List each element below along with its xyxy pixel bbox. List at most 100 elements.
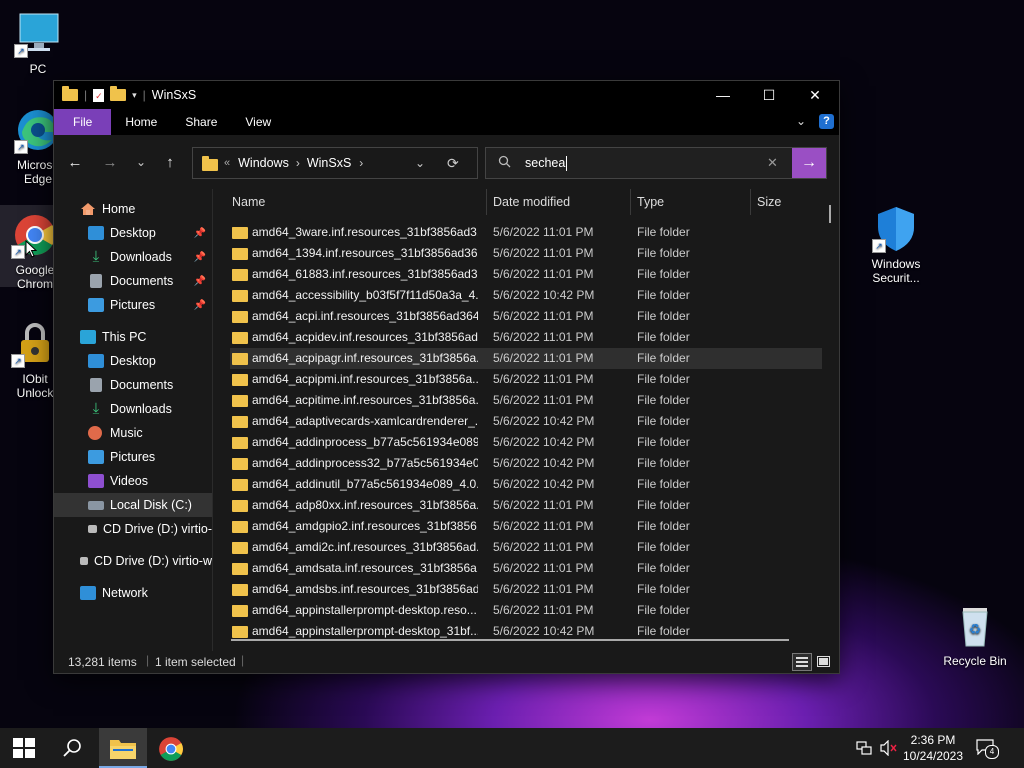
forward-button[interactable]: → — [97, 149, 123, 175]
sidebar-item-videos[interactable]: Videos — [54, 469, 212, 493]
file-row[interactable]: amd64_addinutil_b77a5c561934e089_4.0....… — [230, 474, 822, 495]
file-row[interactable]: amd64_amdsbs.inf.resources_31bf3856ad...… — [230, 579, 822, 600]
recent-locations-button[interactable]: ⌄ — [128, 149, 154, 175]
file-row[interactable]: amd64_addinprocess32_b77a5c561934e0... 5/… — [230, 453, 822, 474]
sidebar-item-cd-drive[interactable]: CD Drive (D:) virtio- — [54, 517, 212, 541]
help-icon[interactable]: ? — [819, 114, 834, 129]
pin-icon: 📌 — [193, 227, 206, 239]
file-row[interactable]: amd64_acpitime.inf.resources_31bf3856a..… — [230, 390, 822, 411]
breadcrumb-chevron-icon[interactable]: › — [296, 156, 300, 170]
maximize-button[interactable]: ☐ — [746, 81, 792, 109]
navigation-pane[interactable]: Home Desktop 📌 ⤓ Downloads 📌 Documents 📌… — [54, 189, 213, 651]
file-explorer-window: | ✓ ▾ | WinSxS — ☐ ✕ File Home Share Vie… — [53, 80, 840, 674]
volume-muted-icon[interactable] — [880, 739, 898, 759]
taskbar-chrome[interactable] — [158, 736, 184, 762]
sidebar-item-label: This PC — [102, 330, 147, 344]
new-folder-icon[interactable] — [110, 86, 127, 101]
breadcrumb-windows[interactable]: Windows — [238, 156, 289, 170]
sidebar-item-network[interactable]: Network — [54, 581, 212, 605]
file-row[interactable]: amd64_appinstallerprompt-desktop.reso...… — [230, 600, 822, 621]
file-row[interactable]: amd64_3ware.inf.resources_31bf3856ad3...… — [230, 222, 822, 243]
file-name: amd64_addinprocess32_b77a5c561934e0... — [252, 456, 478, 470]
folder-icon — [232, 290, 248, 302]
address-bar[interactable]: « Windows › WinSxS › ⌄ ⟳ — [192, 147, 478, 179]
search-box[interactable]: sechea ✕ → — [485, 147, 827, 179]
file-type: File folder — [637, 498, 690, 512]
desktop-icon-recycle-bin[interactable]: ♻ Recycle Bin — [940, 602, 1010, 668]
breadcrumb-winsxs[interactable]: WinSxS — [307, 156, 351, 170]
sidebar-item-pictures-pinned[interactable]: Pictures 📌 — [54, 293, 212, 317]
horizontal-scrollbar[interactable] — [231, 639, 789, 641]
file-row[interactable]: amd64_adp80xx.inf.resources_31bf3856a...… — [230, 495, 822, 516]
file-row[interactable]: amd64_acpidev.inf.resources_31bf3856ad..… — [230, 327, 822, 348]
search-button[interactable] — [62, 738, 82, 761]
taskbar-file-explorer[interactable] — [99, 728, 147, 768]
sidebar-item-pictures[interactable]: Pictures — [54, 445, 212, 469]
large-icons-view-button[interactable] — [815, 654, 831, 668]
sidebar-item-documents-pinned[interactable]: Documents 📌 — [54, 269, 212, 293]
file-row[interactable]: amd64_adaptivecards-xamlcardrenderer_...… — [230, 411, 822, 432]
network-icon — [80, 586, 96, 600]
sidebar-item-music[interactable]: Music — [54, 421, 212, 445]
tab-home[interactable]: Home — [111, 109, 171, 135]
search-input[interactable]: sechea — [525, 156, 565, 170]
minimize-button[interactable]: — — [700, 81, 746, 109]
back-button[interactable]: ← — [62, 149, 88, 175]
sidebar-item-local-disk[interactable]: Local Disk (C:) — [54, 493, 212, 517]
network-tray-icon[interactable] — [856, 741, 872, 758]
properties-icon[interactable]: ✓ — [93, 88, 105, 102]
desktop-icon-windows-security[interactable]: ↗ Windows Securit... — [861, 205, 931, 285]
tab-share[interactable]: Share — [171, 109, 231, 135]
column-header-type[interactable]: Type — [637, 189, 664, 215]
sidebar-item-home[interactable]: Home — [54, 197, 212, 221]
column-header-size[interactable]: Size — [757, 189, 781, 215]
file-list[interactable]: ⌃ Name Date modified Type Size amd64_3wa… — [213, 189, 839, 651]
clear-search-icon[interactable]: ✕ — [767, 155, 778, 171]
sidebar-item-documents[interactable]: Documents — [54, 373, 212, 397]
customize-toolbar-icon[interactable]: ▾ — [132, 90, 137, 101]
sidebar-item-desktop-pinned[interactable]: Desktop 📌 — [54, 221, 212, 245]
sidebar-item-cd-drive-root[interactable]: CD Drive (D:) virtio-w — [54, 549, 212, 573]
file-type: File folder — [637, 225, 690, 239]
expand-ribbon-icon[interactable]: ⌄ — [796, 114, 806, 128]
file-row[interactable]: amd64_amdsata.inf.resources_31bf3856a...… — [230, 558, 822, 579]
sidebar-item-downloads-pinned[interactable]: ⤓ Downloads 📌 — [54, 245, 212, 269]
refresh-button[interactable]: ⟳ — [447, 155, 459, 172]
search-go-button[interactable]: → — [792, 148, 826, 178]
file-row[interactable]: amd64_acpipmi.inf.resources_31bf3856a...… — [230, 369, 822, 390]
desktop-icon-pc[interactable]: ↗ PC — [3, 10, 73, 76]
address-dropdown-icon[interactable]: ⌄ — [415, 156, 425, 170]
file-name: amd64_accessibility_b03f5f7f11d50a3a_4..… — [252, 288, 478, 302]
sidebar-item-downloads[interactable]: ⤓ Downloads — [54, 397, 212, 421]
file-row[interactable]: amd64_amdi2c.inf.resources_31bf3856ad...… — [230, 537, 822, 558]
file-date-modified: 5/6/2022 11:01 PM — [493, 246, 594, 260]
file-row[interactable]: amd64_1394.inf.resources_31bf3856ad36...… — [230, 243, 822, 264]
sidebar-item-desktop[interactable]: Desktop — [54, 349, 212, 373]
column-header-date-modified[interactable]: Date modified — [493, 189, 570, 215]
file-row[interactable]: amd64_acpipagr.inf.resources_31bf3856a..… — [230, 348, 822, 369]
tab-file[interactable]: File — [54, 109, 112, 135]
up-button[interactable]: ↑ — [157, 149, 183, 175]
tab-view[interactable]: View — [231, 109, 285, 135]
details-view-button[interactable] — [792, 653, 812, 671]
file-row[interactable]: amd64_accessibility_b03f5f7f11d50a3a_4..… — [230, 285, 822, 306]
clock[interactable]: 2:36 PM 10/24/2023 — [900, 732, 966, 764]
start-button[interactable] — [13, 738, 35, 758]
pictures-icon — [88, 450, 104, 464]
sidebar-item-label: Desktop — [110, 226, 156, 240]
address-overflow[interactable]: « — [224, 157, 230, 169]
vertical-scrollbar[interactable] — [829, 205, 831, 223]
column-header-name[interactable]: Name — [232, 189, 265, 215]
sidebar-item-this-pc[interactable]: This PC — [54, 325, 212, 349]
folder-icon — [232, 542, 248, 554]
file-row[interactable]: amd64_addinprocess_b77a5c561934e089... 5/… — [230, 432, 822, 453]
close-button[interactable]: ✕ — [792, 81, 838, 109]
file-row[interactable]: amd64_61883.inf.resources_31bf3856ad3...… — [230, 264, 822, 285]
folder-icon — [232, 521, 248, 533]
file-row[interactable]: amd64_acpi.inf.resources_31bf3856ad364..… — [230, 306, 822, 327]
notification-center-button[interactable]: 4 — [976, 739, 999, 759]
file-row[interactable]: amd64_amdgpio2.inf.resources_31bf3856...… — [230, 516, 822, 537]
breadcrumb-chevron-icon[interactable]: › — [359, 156, 363, 170]
file-date-modified: 5/6/2022 11:01 PM — [493, 330, 594, 344]
sidebar-item-label: Pictures — [110, 450, 156, 464]
